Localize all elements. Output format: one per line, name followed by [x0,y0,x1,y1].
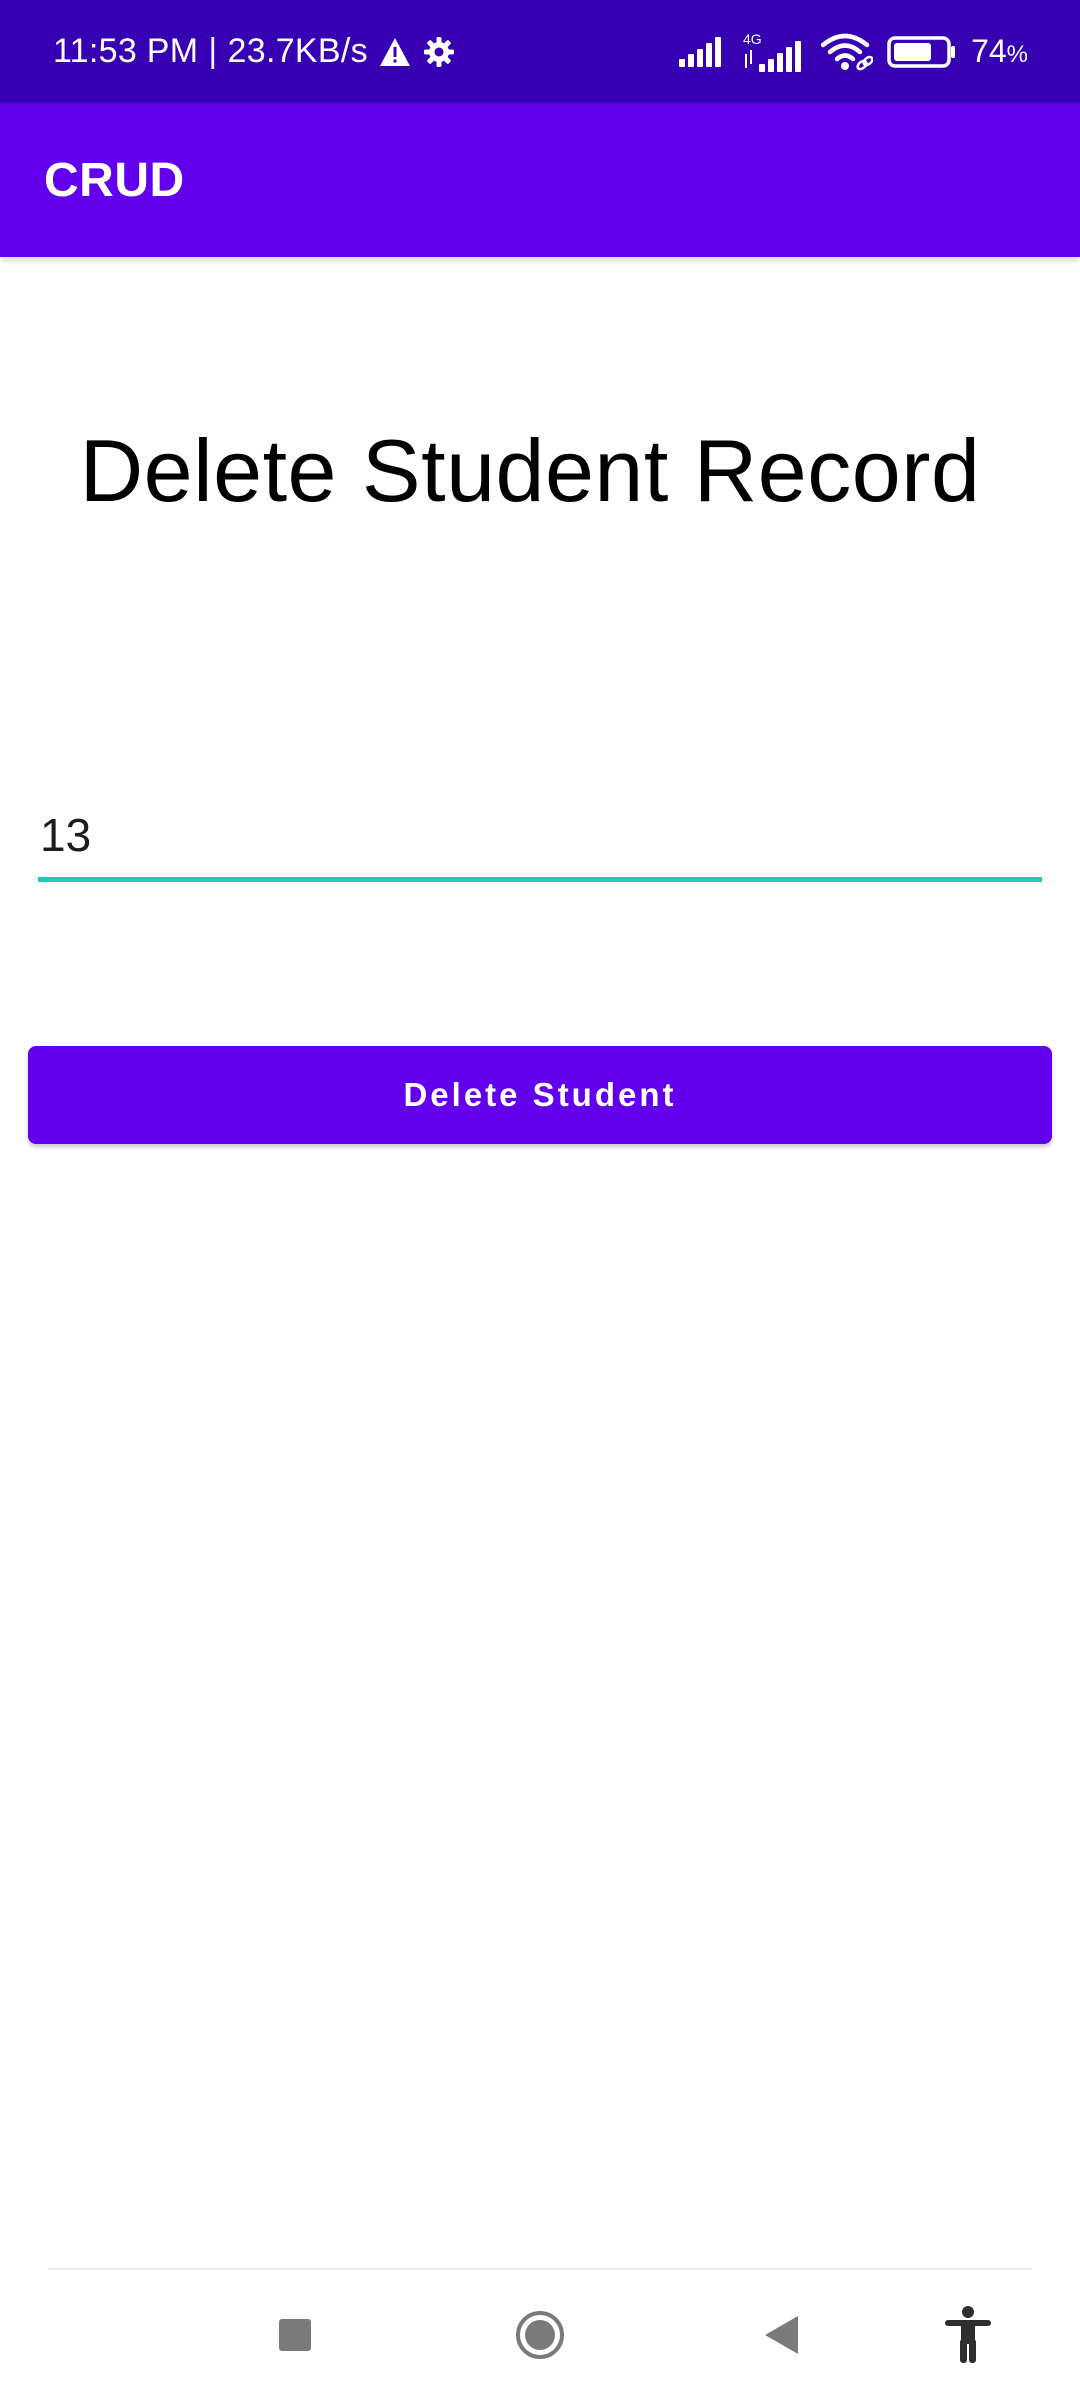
network-speed: 23.7KB/s [227,32,368,70]
accessibility-icon [945,2306,991,2363]
status-time: 11:53 PM [53,32,199,70]
home-icon [516,2311,564,2359]
status-bar-right: 4G 74% [677,0,1028,103]
accessibility-button[interactable] [908,2270,1028,2400]
delete-student-button[interactable]: Delete Student [28,1046,1052,1144]
settings-gear-icon [422,35,456,69]
home-button[interactable] [480,2270,600,2400]
status-bar-left: 11:53 PM | 23.7KB/s [53,0,456,103]
wifi-icon [819,32,874,72]
signal-icon [677,35,727,69]
svg-text:4G: 4G [743,31,762,47]
navigation-bar [0,2270,1080,2400]
warning-icon [378,36,412,68]
status-bar: 11:53 PM | 23.7KB/s 4G 74% [0,0,1080,103]
app-bar: CRUD [0,103,1080,257]
back-button[interactable] [722,2270,842,2400]
recent-apps-icon [279,2319,311,2351]
screen: 11:53 PM | 23.7KB/s 4G 74% CRUD Delete S… [0,0,1080,2400]
battery-icon [887,35,957,69]
app-title: CRUD [44,153,185,207]
battery-percent: 74% [971,33,1028,69]
student-id-input[interactable] [38,800,1042,882]
page-heading: Delete Student Record [79,421,981,520]
back-icon [765,2316,798,2354]
signal-4g-icon: 4G [741,30,805,74]
status-separator: | [208,32,218,70]
recent-apps-button[interactable] [235,2270,355,2400]
